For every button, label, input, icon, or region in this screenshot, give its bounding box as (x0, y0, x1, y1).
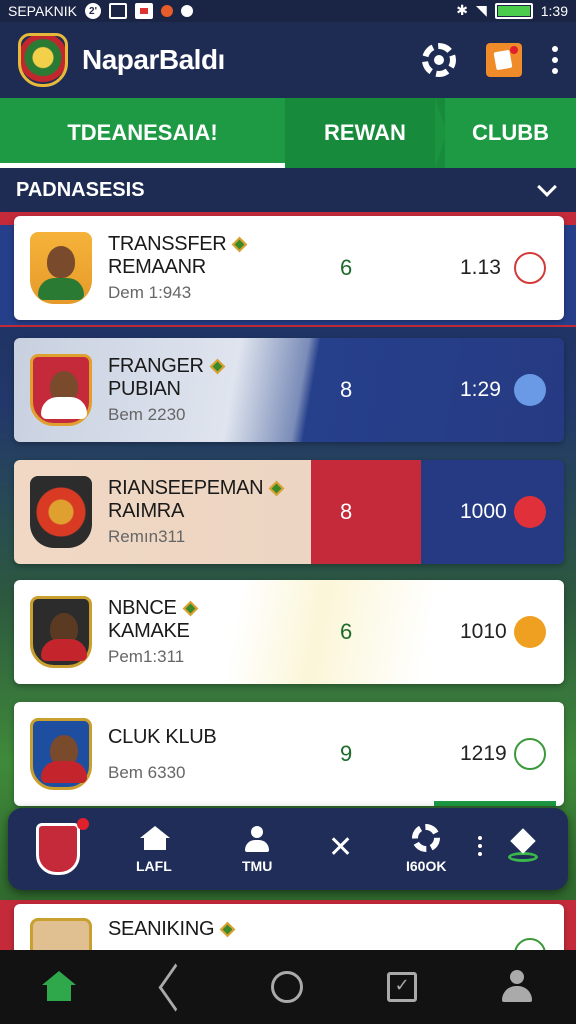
player-name: TRANSSFER (108, 233, 318, 256)
notification-count: 2' (85, 3, 101, 19)
player-detail: Bem 2230 (108, 405, 186, 424)
player-name: CLUK KLUB (108, 725, 217, 748)
player-detail: Pem1:311 (108, 647, 185, 666)
home-icon[interactable] (41, 971, 76, 1003)
news-icon (135, 3, 153, 19)
nav-close[interactable]: ✕ (328, 830, 353, 865)
system-navigation-bar (0, 950, 576, 1024)
player-detail: Remın311 (108, 527, 186, 546)
player-value: 1:29 (460, 378, 501, 401)
player-score: 9 (340, 741, 353, 766)
settings-gear-icon[interactable] (422, 43, 456, 77)
player-surname: REMAANR (108, 256, 206, 278)
tab-club[interactable]: CLUBB (445, 98, 576, 168)
clock: 1:39 (540, 3, 568, 19)
whistle-icon[interactable] (514, 738, 546, 770)
profile-icon[interactable] (500, 970, 534, 1004)
nav-settings-label: I60OK (406, 858, 447, 874)
more-menu-icon[interactable] (552, 46, 558, 74)
section-title: PADNASESIS (16, 178, 145, 201)
rating-diamond-icon (209, 358, 225, 375)
chevron-down-icon[interactable] (537, 177, 557, 197)
app-logo (18, 33, 68, 87)
nav-team-label: TMU (242, 858, 273, 874)
battery-icon (494, 3, 533, 19)
player-surname: PUBIAN (108, 378, 181, 400)
back-icon[interactable] (159, 971, 187, 1003)
player-avatar (30, 354, 92, 426)
player-avatar (30, 596, 92, 668)
player-score: 8 (340, 377, 353, 402)
player-name: NBNCE (108, 597, 318, 620)
send-icon[interactable] (514, 374, 546, 406)
player-card[interactable]: TRANSSFER REMAANR Dem 1:943 6 1.13 (14, 216, 564, 320)
status-bar: SEPAKNIK 2' ✱ ◥ 1:39 (0, 0, 576, 22)
rating-diamond-icon (219, 921, 236, 938)
player-value: 1219 (460, 742, 507, 765)
gallery-icon (109, 3, 127, 19)
player-detail: Dem 1:943 (108, 283, 192, 302)
bluetooth-icon: ✱ (456, 3, 468, 19)
player-name: SEANIKING (108, 918, 318, 941)
info-icon (181, 5, 193, 17)
nav-team[interactable]: TMU (242, 826, 272, 874)
player-avatar (30, 476, 92, 548)
club-crest-icon[interactable] (36, 818, 89, 875)
player-detail: Bem 6330 (108, 762, 186, 782)
player-card[interactable]: NBNCE KAMAKE Pem1:311 6 1010 (14, 580, 564, 684)
nav-settings[interactable]: I60OK (406, 824, 446, 874)
player-icon (243, 826, 271, 852)
player-avatar (30, 718, 92, 790)
player-card[interactable]: CLUK KLUB Bem 6330 9 1219 (14, 702, 564, 806)
player-score: 8 (340, 499, 353, 524)
carrier-label: SEPAKNIK (8, 3, 77, 19)
player-value: 1000 (460, 500, 507, 523)
player-score: 6 (340, 255, 353, 280)
home-circle-icon[interactable] (270, 971, 303, 1003)
rating-diamond-icon (269, 480, 285, 497)
progress-underline (434, 801, 556, 806)
tab-bar: TDEANESAIA! REWAN CLUBB (0, 98, 576, 168)
player-surname: RAIMRA (108, 500, 184, 522)
rating-diamond-icon (232, 236, 248, 253)
home-icon (139, 826, 170, 852)
tasks-icon[interactable] (386, 972, 417, 1002)
tab-transfers[interactable]: TDEANESAIA! (0, 98, 285, 168)
wifi-icon: ◥ (475, 3, 487, 19)
nav-home-label: LAFL (136, 858, 172, 874)
player-name: FRANGER (108, 355, 318, 378)
plane-icon[interactable] (514, 496, 546, 528)
transfer-swap-icon[interactable] (508, 828, 538, 866)
player-avatar (30, 232, 92, 304)
section-header[interactable]: PADNASESIS (0, 168, 576, 212)
player-value: 1.13 (460, 256, 501, 279)
app-title: NaparBaldı (82, 44, 225, 75)
player-value: 1010 (460, 620, 507, 643)
tab-rewan[interactable]: REWAN (285, 98, 447, 168)
hand-icon[interactable] (514, 616, 546, 648)
app-notification-icon (161, 5, 173, 17)
player-card[interactable]: RIANSEEPEMAN RAIMRA Remın311 8 1000 (14, 460, 564, 564)
rating-diamond-icon (182, 600, 198, 617)
player-card[interactable]: FRANGER PUBIAN Bem 2230 8 1:29 (14, 338, 564, 442)
gear-icon (412, 824, 441, 852)
player-surname: KAMAKE (108, 620, 190, 642)
cards-icon[interactable] (486, 43, 522, 77)
floating-action-bar: LAFL TMU ✕ I60OK (8, 808, 568, 890)
nav-home[interactable]: LAFL (136, 826, 172, 874)
player-name: RIANSEEPEMAN (108, 477, 318, 500)
more-dots-icon[interactable] (478, 836, 482, 856)
app-bar: NaparBaldı (0, 22, 576, 98)
close-icon: ✕ (328, 831, 354, 864)
ball-icon[interactable] (514, 252, 546, 284)
player-score: 6 (340, 619, 353, 644)
